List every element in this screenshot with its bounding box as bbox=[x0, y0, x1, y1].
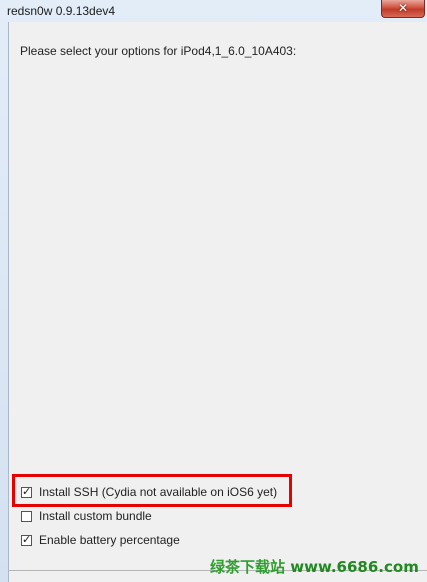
install-custom-bundle-label[interactable]: Install custom bundle bbox=[39, 509, 152, 523]
window-title: redsn0w 0.9.13dev4 bbox=[7, 4, 116, 18]
title-bar: redsn0w 0.9.13dev4 ✕ bbox=[0, 0, 427, 22]
close-button[interactable]: ✕ bbox=[381, 0, 425, 18]
highlight-annotation bbox=[12, 474, 292, 507]
battery-percentage-label[interactable]: Enable battery percentage bbox=[39, 533, 180, 547]
close-icon: ✕ bbox=[397, 1, 409, 15]
watermark-site-name: 绿茶下载站 bbox=[210, 558, 286, 576]
watermark: 绿茶下载站 www.6686.com bbox=[210, 556, 419, 577]
app-window: redsn0w 0.9.13dev4 ✕ Please select your … bbox=[0, 0, 427, 582]
checkmark-icon: ✓ bbox=[22, 533, 32, 546]
watermark-url: www.6686.com bbox=[290, 558, 419, 576]
options-prompt: Please select your options for iPod4,1_6… bbox=[20, 44, 297, 58]
install-custom-bundle-checkbox[interactable] bbox=[21, 511, 32, 522]
battery-percentage-checkbox[interactable]: ✓ bbox=[21, 533, 32, 546]
